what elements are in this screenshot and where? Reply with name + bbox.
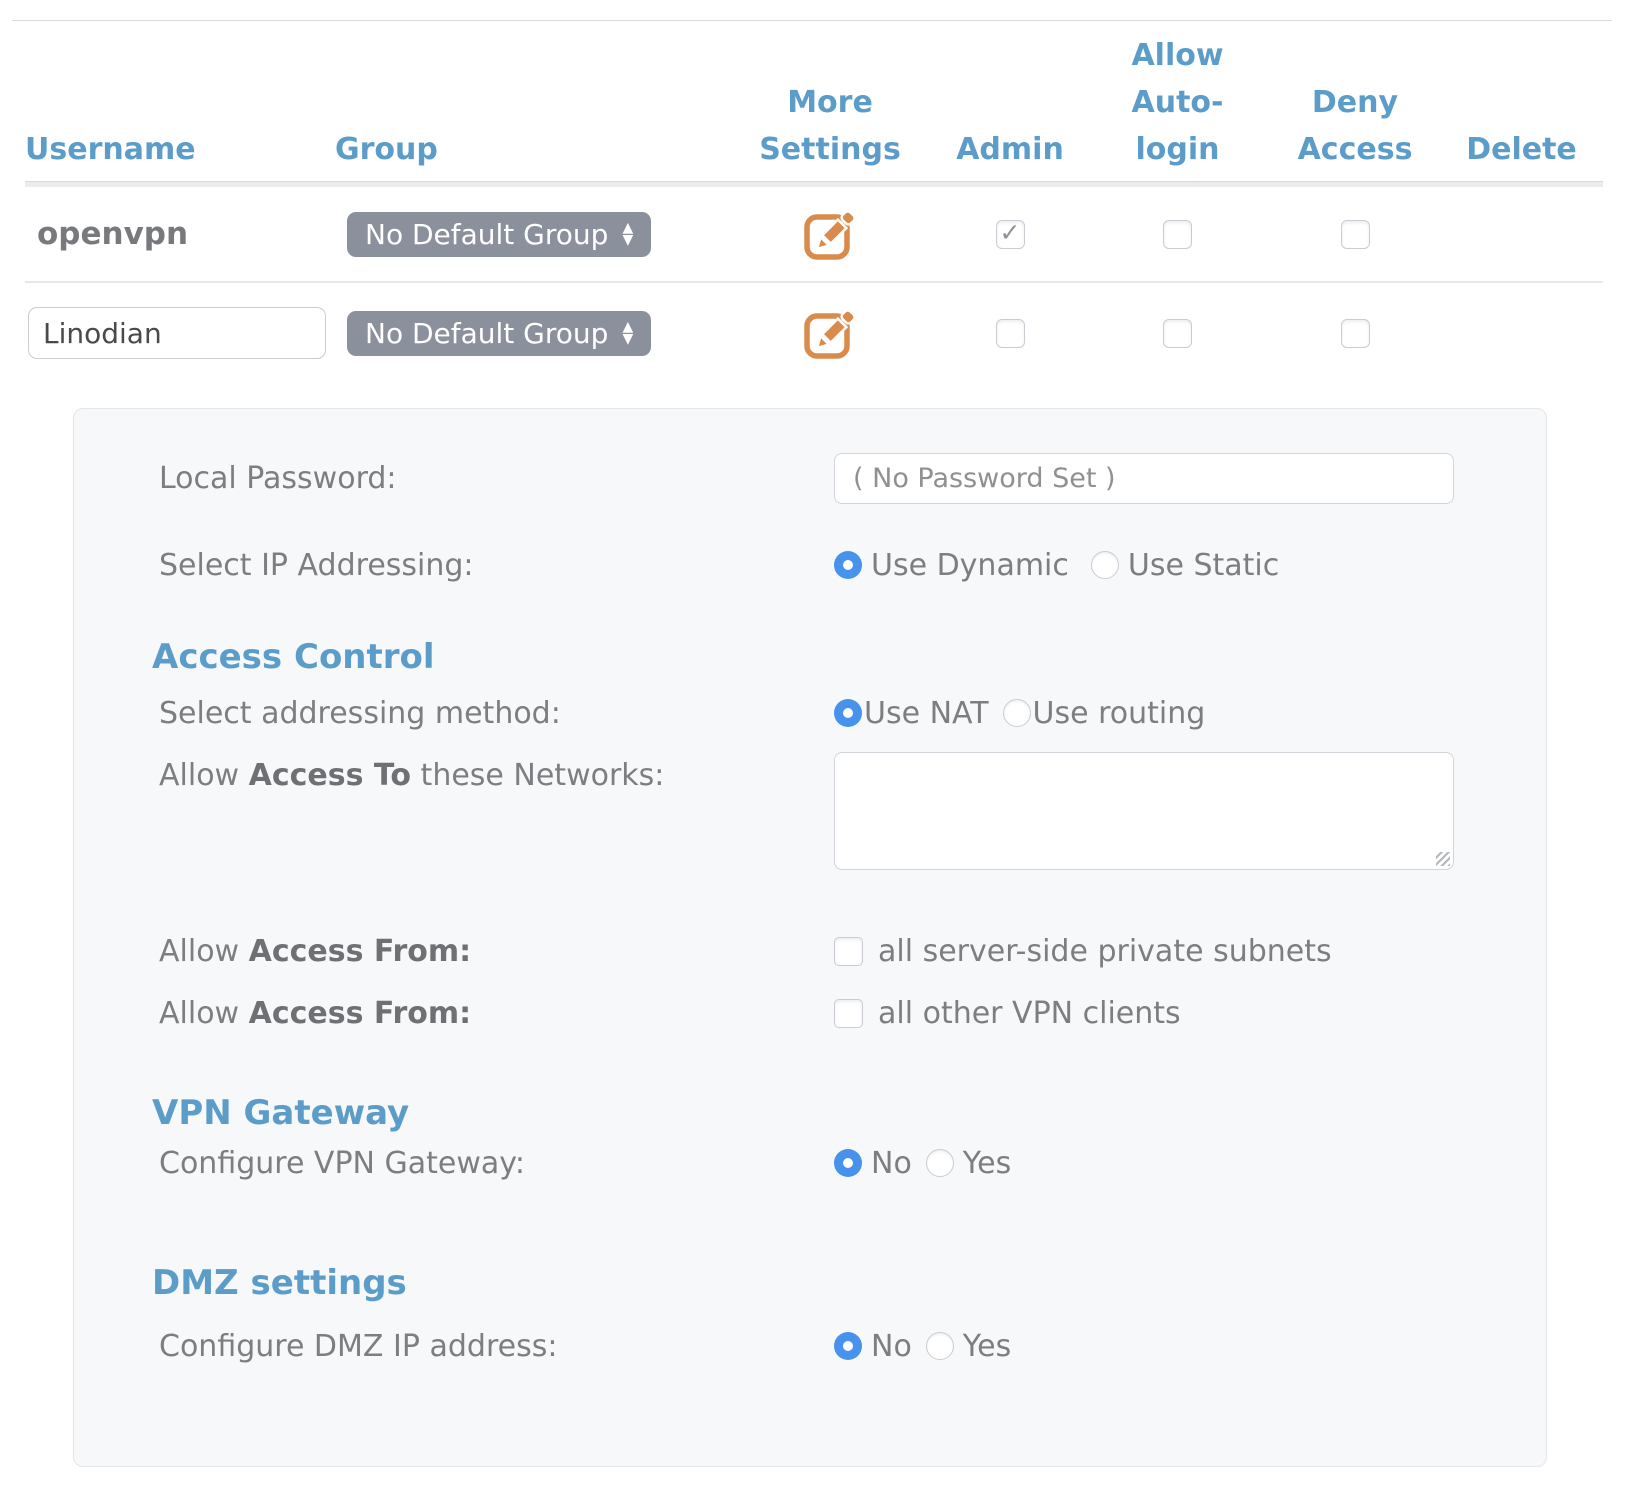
- users-table: Username Group More Settings Admin Allow…: [25, 21, 1603, 383]
- table-row: No Default Group ▲▼: [25, 281, 1603, 383]
- access-control-heading: Access Control: [152, 638, 1546, 676]
- dmz-yes-radio[interactable]: [926, 1332, 954, 1360]
- deny-access-cell: [1270, 220, 1440, 249]
- group-select-value: No Default Group: [365, 218, 608, 251]
- access-from-clients-row: Allow Access From: all other VPN clients: [159, 996, 1546, 1030]
- dmz-settings-heading: DMZ settings: [152, 1264, 1546, 1302]
- edit-settings-button[interactable]: [801, 205, 859, 263]
- local-password-label: Local Password:: [159, 461, 834, 496]
- column-header-admin: Admin: [935, 126, 1085, 181]
- column-header-more-settings: More Settings: [725, 79, 935, 181]
- group-select-value: No Default Group: [365, 317, 608, 350]
- more-settings-cell: [725, 304, 935, 362]
- allow-autologin-cell: [1085, 319, 1270, 348]
- vpn-gateway-radio-group: No Yes: [834, 1146, 1011, 1181]
- column-header-allow-autologin: Allow Auto- login: [1085, 32, 1270, 181]
- username-text: openvpn: [25, 216, 188, 252]
- configure-dmz-row: Configure DMZ IP address: No Yes: [159, 1329, 1546, 1363]
- group-select[interactable]: No Default Group ▲▼: [347, 311, 651, 356]
- access-from-subnets-check-group: all server-side private subnets: [834, 934, 1332, 969]
- local-password-row: Local Password:: [159, 453, 1546, 504]
- use-nat-label: Use NAT: [864, 696, 989, 731]
- more-settings-cell: [725, 205, 935, 263]
- configure-dmz-label: Configure DMZ IP address:: [159, 1329, 834, 1364]
- addressing-method-radio-group: Use NAT Use routing: [834, 696, 1205, 731]
- username-cell: [25, 307, 335, 359]
- vpn-gateway-yes-label: Yes: [963, 1146, 1011, 1181]
- deny-access-checkbox[interactable]: [1341, 220, 1370, 249]
- access-to-networks-row: Allow Access To these Networks:: [159, 752, 1546, 870]
- ip-addressing-row: Select IP Addressing: Use Dynamic Use St…: [159, 548, 1546, 582]
- group-cell: No Default Group ▲▼: [335, 311, 725, 356]
- vpn-gateway-no-label: No: [871, 1146, 912, 1181]
- select-arrows-icon: ▲▼: [622, 222, 633, 246]
- access-to-networks-textarea-wrap: [834, 752, 1454, 870]
- username-input[interactable]: [28, 307, 326, 359]
- username-cell: openvpn: [25, 216, 335, 252]
- access-to-networks-textarea[interactable]: [834, 752, 1454, 870]
- ip-addressing-label: Select IP Addressing:: [159, 548, 834, 583]
- local-password-input[interactable]: [834, 453, 1454, 504]
- edit-pencil-icon: [801, 205, 859, 263]
- access-from-subnets-checkbox[interactable]: [834, 937, 863, 966]
- use-nat-radio[interactable]: [834, 699, 862, 727]
- configure-vpn-gateway-row: Configure VPN Gateway: No Yes: [159, 1146, 1546, 1180]
- use-static-label: Use Static: [1128, 548, 1279, 583]
- use-routing-label: Use routing: [1033, 696, 1206, 731]
- column-header-deny-access: Deny Access: [1270, 79, 1440, 181]
- dmz-no-radio[interactable]: [834, 1332, 862, 1360]
- admin-cell: [935, 319, 1085, 348]
- access-from-label: Allow Access From:: [159, 934, 834, 969]
- column-header-username: Username: [25, 126, 335, 181]
- use-dynamic-label: Use Dynamic: [871, 548, 1069, 583]
- deny-access-checkbox[interactable]: [1341, 319, 1370, 348]
- access-from-subnets-label: all server-side private subnets: [878, 934, 1332, 969]
- configure-vpn-gateway-label: Configure VPN Gateway:: [159, 1146, 834, 1181]
- allow-autologin-checkbox[interactable]: [1163, 319, 1192, 348]
- edit-pencil-icon: [801, 304, 859, 362]
- edit-settings-button[interactable]: [801, 304, 859, 362]
- group-cell: No Default Group ▲▼: [335, 212, 725, 257]
- group-select[interactable]: No Default Group ▲▼: [347, 212, 651, 257]
- access-to-networks-label: Allow Access To these Networks:: [159, 752, 834, 793]
- vpn-gateway-heading: VPN Gateway: [152, 1094, 1546, 1132]
- column-header-delete: Delete: [1440, 126, 1603, 181]
- addressing-method-label: Select addressing method:: [159, 696, 834, 731]
- ip-addressing-radio-group: Use Dynamic Use Static: [834, 548, 1279, 583]
- access-from-clients-check-group: all other VPN clients: [834, 996, 1181, 1031]
- access-from-subnets-row: Allow Access From: all server-side priva…: [159, 934, 1546, 968]
- user-settings-panel: Local Password: Select IP Addressing: Us…: [73, 408, 1547, 1467]
- users-table-header: Username Group More Settings Admin Allow…: [25, 21, 1603, 182]
- access-from-clients-label: all other VPN clients: [878, 996, 1181, 1031]
- deny-access-cell: [1270, 319, 1440, 348]
- dmz-radio-group: No Yes: [834, 1329, 1011, 1364]
- dmz-yes-label: Yes: [963, 1329, 1011, 1364]
- admin-checkbox[interactable]: [996, 220, 1025, 249]
- use-routing-radio[interactable]: [1003, 699, 1031, 727]
- use-dynamic-radio[interactable]: [834, 551, 862, 579]
- column-header-group: Group: [335, 126, 725, 181]
- table-row: openvpn No Default Group ▲▼: [25, 187, 1603, 281]
- access-from-clients-checkbox[interactable]: [834, 999, 863, 1028]
- allow-autologin-cell: [1085, 220, 1270, 249]
- admin-checkbox[interactable]: [996, 319, 1025, 348]
- admin-cell: [935, 220, 1085, 249]
- vpn-gateway-no-radio[interactable]: [834, 1149, 862, 1177]
- allow-autologin-checkbox[interactable]: [1163, 220, 1192, 249]
- dmz-no-label: No: [871, 1329, 912, 1364]
- select-arrows-icon: ▲▼: [622, 321, 633, 345]
- vpn-gateway-yes-radio[interactable]: [926, 1149, 954, 1177]
- addressing-method-row: Select addressing method: Use NAT Use ro…: [159, 696, 1546, 730]
- access-from-label: Allow Access From:: [159, 996, 834, 1031]
- use-static-radio[interactable]: [1091, 551, 1119, 579]
